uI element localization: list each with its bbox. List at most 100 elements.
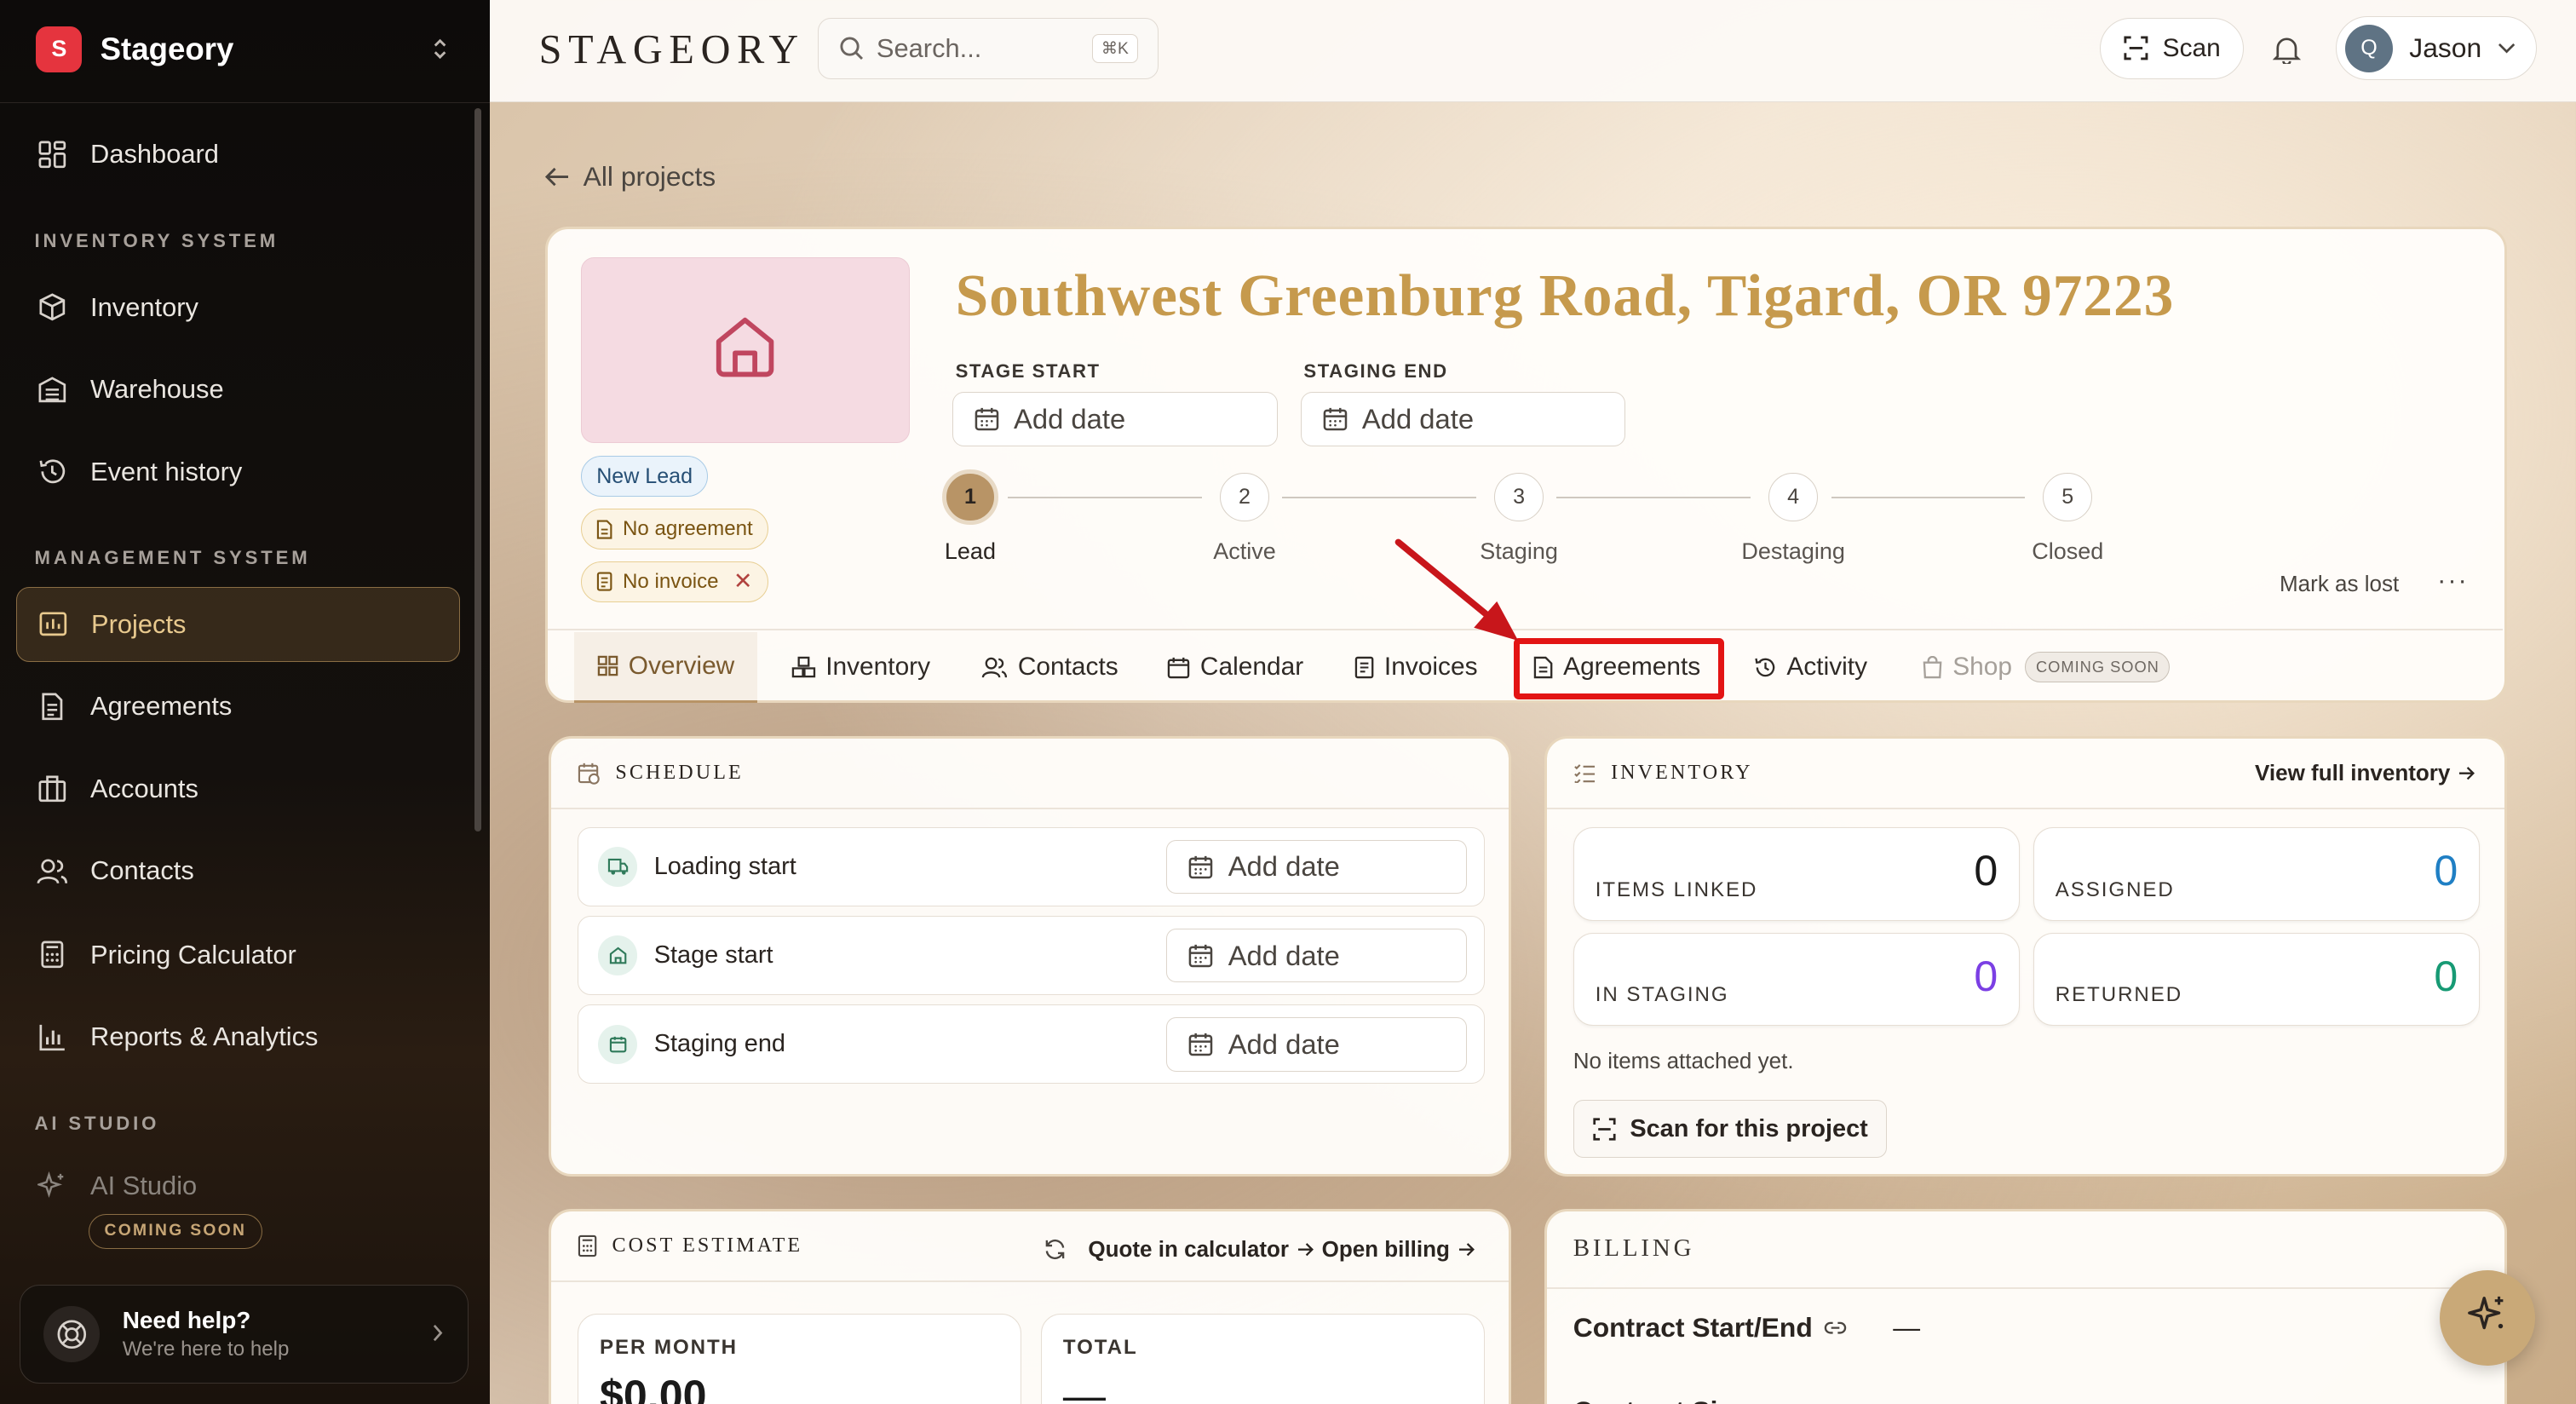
arrow-left-icon	[545, 167, 570, 187]
brand-logo: S	[36, 26, 83, 72]
calendar-clock-icon	[578, 762, 601, 785]
stat-returned: RETURNED 0	[2033, 932, 2481, 1027]
stage-start-date-picker[interactable]: Add date	[952, 392, 1278, 446]
step-1-label: Lead	[944, 538, 996, 564]
sidebar-divider	[0, 101, 490, 104]
button-label: Scan for this project	[1630, 1114, 1868, 1142]
search-box[interactable]: ⌘K	[818, 18, 1159, 79]
document-icon	[36, 690, 69, 723]
section-inventory-system: INVENTORY SYSTEM	[34, 230, 279, 251]
sidebar-item-agreements[interactable]: Agreements	[16, 670, 460, 743]
view-full-inventory-link[interactable]: View full inventory	[2255, 760, 2475, 786]
schedule-label: Stage start	[653, 941, 773, 970]
sidebar-item-event-history[interactable]: Event history	[16, 435, 460, 508]
tab-label: Calendar	[1199, 653, 1304, 682]
staging-end-label: STAGING END	[1303, 360, 1448, 383]
sidebar-item-warehouse[interactable]: Warehouse	[16, 354, 460, 426]
tab-label: Invoices	[1383, 653, 1478, 682]
stage-start-date-picker-2[interactable]: Add date	[1166, 928, 1468, 983]
schedule-label: Loading start	[653, 852, 796, 880]
step-3-label: Staging	[1480, 538, 1558, 564]
inventory-empty-text: No items attached yet.	[1573, 1047, 1794, 1073]
ai-studio-coming-soon-badge: COMING SOON	[89, 1214, 262, 1249]
scan-icon	[2123, 35, 2149, 61]
house-icon	[598, 935, 638, 975]
bell-icon[interactable]	[2268, 32, 2304, 67]
contract-signed-row: Contract Si	[1573, 1395, 1718, 1404]
help-title: Need help?	[122, 1307, 251, 1334]
history-icon	[36, 455, 69, 488]
calendar-icon	[1167, 656, 1190, 679]
tab-calendar[interactable]: Calendar	[1167, 632, 1303, 703]
sidebar-item-label: Pricing Calculator	[90, 939, 296, 970]
step-2-label: Active	[1213, 538, 1276, 564]
chevron-up-down-icon	[424, 33, 457, 66]
calendar-icon	[1323, 406, 1348, 431]
no-agreement-badge: No agreement	[580, 509, 769, 550]
stat-value: 0	[2434, 952, 2458, 1000]
sidebar-item-dashboard[interactable]: Dashboard	[16, 118, 460, 191]
scan-label: Scan	[2162, 33, 2221, 62]
scan-button[interactable]: Scan	[2099, 18, 2245, 79]
more-options-button[interactable]: ···	[2437, 565, 2469, 596]
project-thumbnail[interactable]	[580, 256, 910, 443]
sidebar-item-inventory[interactable]: Inventory	[16, 271, 460, 343]
back-to-projects-link[interactable]: All projects	[545, 161, 716, 193]
sidebar-item-label: Warehouse	[90, 374, 224, 405]
calendar-icon	[1188, 1032, 1213, 1056]
cost-estimate-card: COST ESTIMATE Quote in calculator Open b…	[549, 1209, 1512, 1404]
date-value: Add date	[1228, 1027, 1340, 1060]
invoice-icon	[1354, 656, 1374, 679]
stat-label: RETURNED	[2055, 983, 2183, 1007]
open-billing-link[interactable]: Open billing	[1322, 1236, 1450, 1263]
ai-assistant-button[interactable]	[2439, 1269, 2535, 1366]
sidebar-item-reports[interactable]: Reports & Analytics	[16, 1001, 460, 1073]
avatar: Q	[2345, 24, 2394, 72]
loading-start-date-picker[interactable]: Add date	[1166, 839, 1468, 895]
staging-end-date-picker-2[interactable]: Add date	[1166, 1016, 1468, 1072]
sidebar-item-pricing-calculator[interactable]: Pricing Calculator	[16, 918, 460, 991]
step-1-dot[interactable]: 1	[942, 469, 998, 526]
mark-as-lost-button[interactable]: Mark as lost	[2280, 571, 2399, 597]
workspace-switcher[interactable]: S Stageory	[36, 23, 457, 76]
step-connector	[1282, 497, 1476, 499]
refresh-icon[interactable]	[1044, 1238, 1067, 1261]
step-5-label: Closed	[2032, 538, 2104, 564]
step-2-dot[interactable]: 2	[1220, 472, 1269, 522]
stage-start-label: STAGE START	[955, 360, 1101, 383]
tab-invoices[interactable]: Invoices	[1354, 632, 1478, 703]
search-input[interactable]	[876, 32, 1074, 64]
sidebar-item-contacts[interactable]: Contacts	[16, 835, 460, 907]
tab-contacts[interactable]: Contacts	[981, 632, 1118, 703]
sidebar-item-projects[interactable]: Projects	[16, 586, 460, 663]
sidebar-scrollbar[interactable]	[474, 108, 482, 831]
building-icon	[36, 772, 69, 805]
link-icon[interactable]	[1824, 1320, 1847, 1336]
tab-overview[interactable]: Overview	[574, 631, 758, 703]
tab-inventory[interactable]: Inventory	[791, 632, 930, 703]
step-4-dot[interactable]: 4	[1768, 472, 1819, 522]
help-card[interactable]: Need help? We're here to help	[20, 1285, 469, 1384]
step-5-dot[interactable]: 5	[2043, 472, 2093, 522]
calendar-icon	[975, 406, 999, 431]
arrow-right-icon	[1297, 1242, 1314, 1257]
no-invoice-badge: No invoice ✕	[580, 561, 768, 602]
step-4-label: Destaging	[1741, 538, 1845, 564]
tab-activity[interactable]: Activity	[1754, 632, 1867, 703]
topbar: STAGEORY ⌘K Scan Q Jason	[489, 0, 2576, 102]
scan-for-project-button[interactable]: Scan for this project	[1573, 1100, 1888, 1158]
user-menu-button[interactable]: Q Jason	[2336, 16, 2537, 81]
section-divider	[551, 1280, 1509, 1283]
wordmark-logo[interactable]: STAGEORY	[539, 26, 805, 73]
quote-in-calculator-link[interactable]: Quote in calculator	[1088, 1236, 1289, 1263]
sidebar-item-accounts[interactable]: Accounts	[16, 752, 460, 825]
staging-end-date-picker[interactable]: Add date	[1300, 392, 1626, 446]
billing-value: —	[1893, 1312, 1921, 1344]
chevron-down-icon	[2498, 43, 2516, 55]
tab-label: Activity	[1786, 653, 1868, 682]
page: S Stageory Dashboard INVENTORY SYSTEM In…	[0, 0, 2576, 1404]
billing-label: Contract Start/End	[1573, 1312, 1813, 1344]
cost-label: TOTAL	[1062, 1336, 1138, 1360]
step-3-dot[interactable]: 3	[1494, 472, 1544, 522]
close-icon[interactable]: ✕	[733, 568, 753, 595]
